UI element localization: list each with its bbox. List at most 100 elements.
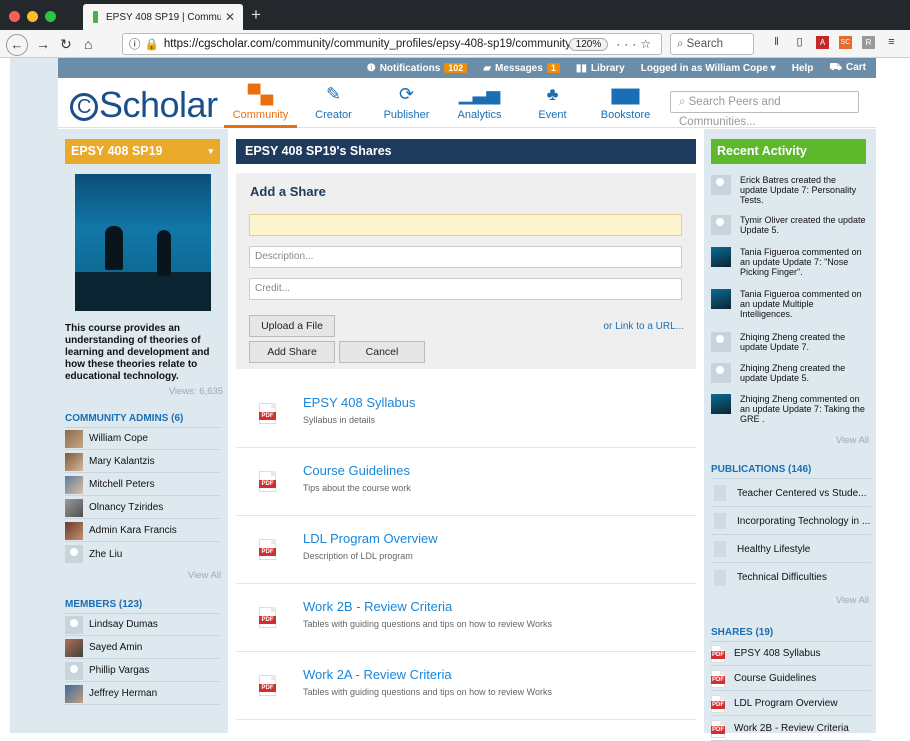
extension-icon[interactable]: R — [862, 36, 875, 49]
book-icon: ▆▆ — [611, 84, 640, 104]
publication-item[interactable]: Technical Difficulties — [711, 564, 871, 591]
share-title-input[interactable] — [249, 214, 682, 236]
admin-item[interactable]: William Cope — [65, 428, 220, 450]
back-arrow-icon[interactable]: ← — [6, 34, 28, 56]
help-link[interactable]: Help — [792, 63, 814, 74]
nav-creator[interactable]: ✎ Creator — [297, 78, 370, 128]
menu-icon[interactable]: ≡ — [885, 36, 898, 49]
share-title-link[interactable]: LDL Program Overview — [303, 531, 438, 546]
pdf-icon: PDF — [711, 669, 725, 688]
avatar — [65, 521, 83, 540]
link-to-url-link[interactable]: or Link to a URL... — [603, 321, 684, 332]
community-title-dropdown[interactable]: EPSY 408 SP19 ▾ — [65, 139, 220, 164]
share-title-link[interactable]: Course Guidelines — [303, 463, 410, 478]
share-link-item[interactable]: PDF LDL Program Overview — [711, 692, 871, 716]
member-item[interactable]: Jeffrey Herman — [65, 683, 220, 705]
publication-item[interactable]: Teacher Centered vs Stude... — [711, 480, 871, 507]
shares-header[interactable]: SHARES (19) — [711, 627, 773, 638]
activity-item[interactable]: Erick Batres created the update Update 7… — [711, 175, 866, 205]
forward-arrow-icon[interactable]: → — [36, 34, 50, 54]
share-item[interactable]: PDF Course Guidelines Tips about the cou… — [236, 449, 696, 516]
nav-community[interactable]: ▀▄ Community — [224, 78, 297, 128]
close-icon[interactable]: ✕ — [225, 10, 235, 24]
maximize-window-button[interactable] — [45, 11, 56, 22]
activity-item[interactable]: Zhiqing Zheng created the update Update … — [711, 332, 866, 352]
member-item[interactable]: Sayed Amin — [65, 637, 220, 659]
publication-item[interactable]: Incorporating Technology in ... — [711, 508, 871, 535]
share-description: Tables with guiding questions and tips o… — [303, 687, 552, 697]
share-item[interactable]: PDF LDL Program Overview Description of … — [236, 517, 696, 584]
share-item[interactable]: PDF EPSY 408 Syllabus Syllabus in detail… — [236, 381, 696, 448]
share-title-link[interactable]: Work 2A - Review Criteria — [303, 667, 452, 682]
cart-icon: ⛟ — [829, 61, 842, 73]
members-header[interactable]: MEMBERS (123) — [65, 599, 142, 610]
admin-item[interactable]: Mary Kalantzis — [65, 451, 220, 473]
logged-in-user[interactable]: Logged in as William Cope ▾ — [641, 63, 776, 74]
page-title: EPSY 408 SP19's Shares — [236, 139, 696, 164]
url-bar[interactable]: ⓘ 🔒 https://cgscholar.com/community/comm… — [122, 33, 662, 55]
scholar-logo[interactable]: C Scholar — [70, 84, 218, 126]
share-link-item[interactable]: PDF Course Guidelines — [711, 667, 871, 691]
admin-item[interactable]: Zhe Liu — [65, 543, 220, 565]
avatar — [65, 615, 83, 634]
scholar-extension-icon[interactable]: SC — [839, 36, 852, 49]
browser-tab[interactable]: EPSY 408 SP19 | Community | ✕ — [83, 4, 243, 30]
notifications-link[interactable]: ❶ Notifications 102 — [367, 62, 468, 74]
share-link-item[interactable]: PDF Work 2B - Review Criteria — [711, 717, 871, 741]
share-title-link[interactable]: EPSY 408 Syllabus — [303, 395, 416, 410]
sidebar-icon[interactable]: ▯ — [793, 36, 806, 49]
browser-search-input[interactable]: ⌕ Search — [670, 33, 754, 55]
acrobat-icon[interactable]: A — [816, 36, 829, 49]
zoom-level[interactable]: 120% — [568, 37, 609, 51]
info-icon[interactable]: ⓘ — [129, 36, 141, 52]
activity-item[interactable]: Zhiqing Zheng commented on an update Upd… — [711, 394, 866, 424]
admins-header[interactable]: COMMUNITY ADMINS (6) — [65, 413, 183, 424]
page-scrollbar[interactable] — [876, 58, 910, 733]
peer-search-input[interactable]: ⌕ Search Peers and Communities... — [670, 91, 859, 128]
share-item[interactable]: PDF Work 2A - Review Criteria Tables wit… — [236, 653, 696, 720]
share-item[interactable]: PDF Work 2B - Review Criteria Tables wit… — [236, 585, 696, 652]
cart-link[interactable]: ⛟ Cart — [829, 62, 866, 75]
activity-item[interactable]: Zhiqing Zheng created the update Update … — [711, 363, 866, 383]
cancel-button[interactable]: Cancel — [339, 341, 425, 363]
left-sidebar: EPSY 408 SP19 ▾ This course provides an u… — [58, 129, 228, 733]
admin-item[interactable]: Admin Kara Francis — [65, 520, 220, 542]
pdf-icon: PDF — [711, 719, 725, 738]
share-title-link[interactable]: Work 2B - Review Criteria — [303, 599, 452, 614]
member-item[interactable]: Lindsay Dumas — [65, 614, 220, 636]
minimize-window-button[interactable] — [27, 11, 38, 22]
activity-item[interactable]: Tymir Oliver created the update Update 5… — [711, 215, 866, 235]
publications-header[interactable]: PUBLICATIONS (146) — [711, 464, 811, 475]
nav-bookstore[interactable]: ▆▆ Bookstore — [589, 78, 662, 128]
publication-item[interactable]: Healthy Lifestyle — [711, 536, 871, 563]
avatar — [65, 661, 83, 680]
library-link[interactable]: ▮▮ Library — [576, 63, 625, 74]
new-tab-icon[interactable]: + — [251, 5, 261, 25]
close-window-button[interactable] — [9, 11, 20, 22]
library-icon[interactable]: ‖ — [770, 36, 783, 49]
nav-analytics[interactable]: ▁▃▅ Analytics — [443, 78, 516, 128]
share-link-item[interactable]: PDF EPSY 408 Syllabus — [711, 642, 871, 666]
lock-icon: 🔒 — [144, 39, 159, 51]
avatar — [65, 684, 83, 703]
page-actions-icon[interactable]: ···☆ — [616, 37, 655, 51]
member-item[interactable]: Phillip Vargas — [65, 660, 220, 682]
nav-publisher[interactable]: ⟳ Publisher — [370, 78, 443, 128]
admin-item[interactable]: Olnancy Tzirides — [65, 497, 220, 519]
messages-link[interactable]: ▰ Messages 1 — [483, 62, 560, 74]
admin-item[interactable]: Mitchell Peters — [65, 474, 220, 496]
credit-input[interactable]: Credit... — [249, 278, 682, 300]
avatar — [711, 332, 731, 352]
activity-view-all-link[interactable]: View All — [836, 435, 869, 446]
publications-view-all-link[interactable]: View All — [836, 595, 869, 606]
description-input[interactable]: Description... — [249, 246, 682, 268]
avatar — [65, 429, 83, 448]
activity-item[interactable]: Tania Figueroa commented on an update Mu… — [711, 289, 866, 319]
admins-view-all-link[interactable]: View All — [188, 570, 221, 581]
nav-event[interactable]: ♣ Event — [516, 78, 589, 128]
upload-file-button[interactable]: Upload a File — [249, 315, 335, 337]
add-share-button[interactable]: Add Share — [249, 341, 335, 363]
home-icon[interactable]: ⌂ — [84, 34, 92, 54]
activity-item[interactable]: Tania Figueroa commented on an update Up… — [711, 247, 866, 277]
reload-icon[interactable]: ↻ — [60, 34, 72, 54]
